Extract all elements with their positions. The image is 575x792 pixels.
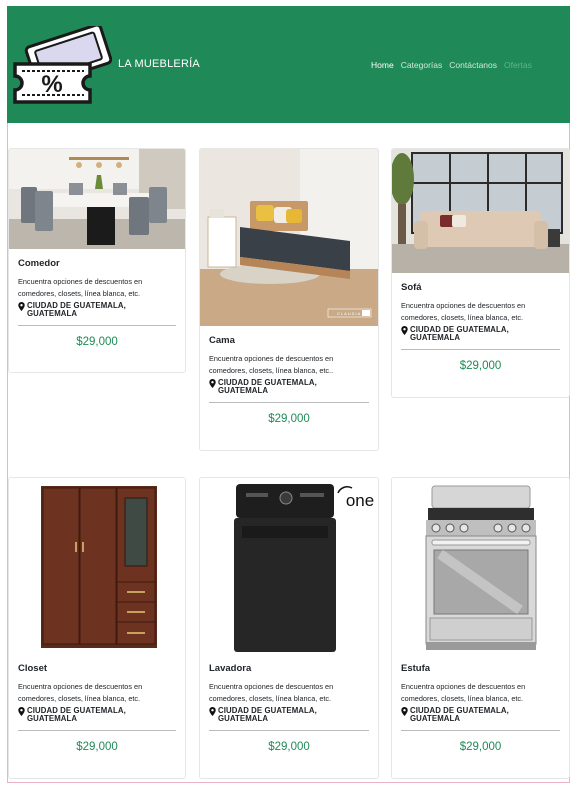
- location-text: CIUDAD DE GUATEMALA, GUATEMALA: [27, 706, 126, 723]
- product-location: CIUDAD DE GUATEMALA, GUATEMALA: [209, 379, 369, 395]
- product-card-cama[interactable]: CLAUDIA Cama Encuentra opciones de descu…: [199, 148, 379, 451]
- card-divider: [209, 402, 369, 403]
- washer-photo: one: [200, 478, 378, 654]
- location-pin-icon: [18, 707, 25, 716]
- product-title[interactable]: Closet: [18, 663, 176, 674]
- location-pin-icon: [401, 707, 408, 716]
- card-divider: [401, 730, 560, 731]
- bed-photo-watermark: CLAUDIA: [337, 311, 361, 316]
- product-price: $29,000: [76, 336, 118, 348]
- card-divider: [18, 325, 176, 326]
- location-text: CIUDAD DE GUATEMALA, GUATEMALA: [218, 706, 317, 723]
- discount-ticket-logo-icon[interactable]: %: [12, 23, 113, 112]
- nav-categorias[interactable]: Categorías: [401, 60, 443, 70]
- product-price: $29,000: [268, 741, 310, 753]
- product-title[interactable]: Cama: [209, 335, 369, 346]
- card-divider: [209, 730, 369, 731]
- main-nav: Home Categorías Contáctanos Ofertas: [371, 60, 532, 70]
- card-divider: [401, 349, 560, 350]
- location-pin-icon: [401, 326, 408, 335]
- washer-brand-logo: one: [346, 491, 374, 510]
- product-description: Encuentra opciones de descuentos en come…: [209, 354, 334, 375]
- stove-photo: [392, 478, 569, 654]
- product-title[interactable]: Sofá: [401, 282, 560, 293]
- product-description: Encuentra opciones de descuentos en come…: [401, 301, 526, 322]
- product-title[interactable]: Lavadora: [209, 663, 369, 674]
- product-location: CIUDAD DE GUATEMALA, GUATEMALA: [18, 302, 176, 318]
- nav-contactanos[interactable]: Contáctanos: [449, 60, 497, 70]
- product-description: Encuentra opciones de descuentos en come…: [209, 682, 334, 703]
- product-card-lavadora[interactable]: one Lavadora Encuentra opciones de descu…: [199, 477, 379, 779]
- site-header: % LA MUEBLERÍA Home Categorías Contáctan…: [7, 6, 570, 123]
- product-price: $29,000: [268, 413, 310, 425]
- dining-room-photo: [9, 149, 185, 249]
- location-text: CIUDAD DE GUATEMALA, GUATEMALA: [218, 378, 317, 395]
- location-pin-icon: [209, 707, 216, 716]
- nav-ofertas[interactable]: Ofertas: [504, 60, 532, 70]
- product-description: Encuentra opciones de descuentos en come…: [18, 682, 143, 703]
- card-divider: [18, 730, 176, 731]
- location-text: CIUDAD DE GUATEMALA, GUATEMALA: [27, 301, 126, 318]
- product-card-comedor[interactable]: Comedor Encuentra opciones de descuentos…: [8, 148, 186, 373]
- location-text: CIUDAD DE GUATEMALA, GUATEMALA: [410, 706, 509, 723]
- product-price: $29,000: [459, 360, 502, 372]
- svg-text:%: %: [41, 71, 62, 98]
- product-card-estufa[interactable]: Estufa Encuentra opciones de descuentos …: [391, 477, 570, 779]
- product-location: CIUDAD DE GUATEMALA, GUATEMALA: [401, 326, 560, 342]
- sofa-photo: [392, 149, 569, 273]
- product-location: CIUDAD DE GUATEMALA, GUATEMALA: [209, 707, 369, 723]
- closet-photo: [9, 478, 185, 654]
- product-title[interactable]: Estufa: [401, 663, 560, 674]
- product-location: CIUDAD DE GUATEMALA, GUATEMALA: [401, 707, 560, 723]
- product-location: CIUDAD DE GUATEMALA, GUATEMALA: [18, 707, 176, 723]
- location-text: CIUDAD DE GUATEMALA, GUATEMALA: [410, 325, 509, 342]
- nav-home[interactable]: Home: [371, 60, 394, 70]
- bed-photo: CLAUDIA: [200, 149, 378, 326]
- product-description: Encuentra opciones de descuentos en come…: [18, 277, 143, 298]
- location-pin-icon: [18, 302, 25, 311]
- product-card-sofa[interactable]: Sofá Encuentra opciones de descuentos en…: [391, 148, 570, 398]
- brand-name[interactable]: LA MUEBLERÍA: [118, 58, 200, 70]
- location-pin-icon: [209, 379, 216, 388]
- product-title[interactable]: Comedor: [18, 258, 176, 269]
- product-description: Encuentra opciones de descuentos en come…: [401, 682, 526, 703]
- product-price: $29,000: [76, 741, 118, 753]
- product-price: $29,000: [459, 741, 502, 753]
- product-card-closet[interactable]: Closet Encuentra opciones de descuentos …: [8, 477, 186, 779]
